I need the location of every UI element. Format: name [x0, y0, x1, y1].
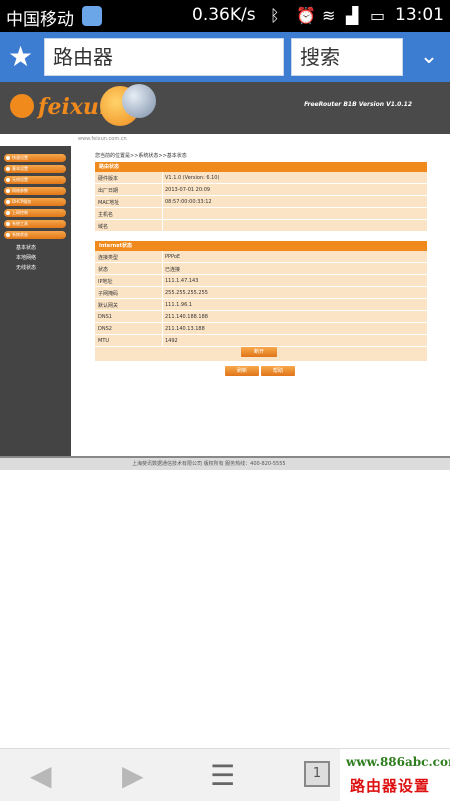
- table-row: MTU 1492: [95, 335, 427, 347]
- nav-dot-icon: [6, 211, 10, 215]
- router-status-panel: 路由状态 硬件版本 V1.1.0 (Version: 6.10) 出厂日期 2013…: [95, 162, 427, 232]
- address-bar[interactable]: 路由器: [44, 38, 284, 76]
- forward-arrow-icon[interactable]: ▶: [122, 759, 144, 792]
- browser-bottom-bar: ◀ ▶ ☰ 1 www.886abc.com 路由器设置: [0, 748, 450, 801]
- status-bar: 中国移动 0.36K/s ᛒ ⏰ ≋ ▟ ▭ 13:01: [0, 0, 450, 32]
- copyright-text: 上海斐讯数据通信技术有限公司 版权所有 服务热线：400-820-5555: [132, 461, 286, 467]
- nav-dot-icon: [6, 178, 10, 182]
- sub-nav-basic-status[interactable]: 基本状态: [16, 244, 36, 251]
- table-row: DNS2 211.140.13.188: [95, 323, 427, 335]
- nav-quick-setup[interactable]: 快速设置: [4, 154, 66, 162]
- table-row: 出厂日期 2013-07-01 20:09: [95, 184, 427, 196]
- table-row: 默认网关 111.1.96.1: [95, 299, 427, 311]
- nav-wireless[interactable]: 无线设置: [4, 176, 66, 184]
- nav-dot-icon: [6, 200, 10, 204]
- watermark: www.886abc.com 路由器设置: [340, 749, 450, 801]
- nav-dot-icon: [6, 222, 10, 226]
- router-header: feixun FreeRouter B1B Version V1.0.12: [0, 82, 450, 134]
- table-row: DNS1 211.140.188.188: [95, 311, 427, 323]
- router-content: 您当前的位置是>>系统状态>>基本状态 路由状态 硬件版本 V1.1.0 (Ver…: [71, 146, 450, 456]
- header-subbar: www.feixun.com.cn: [0, 134, 450, 146]
- sub-nav-local-network[interactable]: 本地网络: [16, 254, 36, 261]
- internet-status-panel: Internet状态 连接类型 PPPoE 状态 已连接 IP地址 111.1.47.…: [95, 241, 427, 361]
- table-row: 状态 已连接: [95, 263, 427, 275]
- battery-icon: ▭: [370, 6, 386, 25]
- disconnect-button[interactable]: 断开: [241, 347, 277, 357]
- help-button[interactable]: 帮助: [261, 366, 295, 376]
- signal-icon: ▟: [346, 6, 359, 25]
- table-row: MAC地址 08:57:00:00:33:12: [95, 196, 427, 208]
- carrier-label: 中国移动: [6, 10, 74, 30]
- table-row: 域名: [95, 220, 427, 232]
- brand-url: www.feixun.com.cn: [78, 136, 127, 142]
- feixun-logo-icon: [10, 94, 34, 118]
- nav-access-control[interactable]: 上网控制: [4, 209, 66, 217]
- breadcrumb: 您当前的位置是>>系统状态>>基本状态: [95, 153, 187, 159]
- network-speed: 0.36K/s: [192, 5, 256, 25]
- menu-icon[interactable]: ☰: [210, 759, 235, 792]
- panel-title: 路由状态: [95, 162, 427, 172]
- back-arrow-icon[interactable]: ◀: [30, 759, 52, 792]
- nav-system-status[interactable]: 系统状态: [4, 231, 66, 239]
- chevron-down-icon[interactable]: ⌄: [416, 44, 442, 70]
- firmware-version: FreeRouter B1B Version V1.0.12: [304, 101, 412, 108]
- sub-nav-wireless-status[interactable]: 无线状态: [16, 264, 36, 271]
- watermark-site: www.886abc.com: [346, 755, 450, 769]
- tabs-button[interactable]: 1: [304, 761, 330, 787]
- wifi-icon: ≋: [322, 6, 336, 25]
- browser-toolbar: ★ 路由器 搜索 ⌄: [0, 32, 450, 82]
- bookmark-star-icon[interactable]: ★: [8, 42, 33, 72]
- refresh-button[interactable]: 刷新: [225, 366, 259, 376]
- nav-network[interactable]: 网络参数: [4, 187, 66, 195]
- search-button[interactable]: 搜索: [291, 38, 403, 76]
- bluetooth-icon: ᛒ: [270, 6, 280, 25]
- alarm-icon: ⏰: [296, 6, 316, 25]
- globe-image: [122, 84, 156, 118]
- table-row: 子网掩码 255.255.255.255: [95, 287, 427, 299]
- nav-dot-icon: [6, 167, 10, 171]
- table-row: 硬件版本 V1.1.0 (Version: 6.10): [95, 172, 427, 184]
- nav-dhcp[interactable]: DHCP服务: [4, 198, 66, 206]
- panel-title: Internet状态: [95, 241, 427, 251]
- table-row: 连接类型 PPPoE: [95, 251, 427, 263]
- router-sidebar: 快速设置 基本设置 无线设置 网络参数 DHCP服务 上网控制 系统工具 系统状…: [0, 146, 71, 456]
- clock: 13:01: [395, 5, 444, 25]
- router-admin-page: feixun FreeRouter B1B Version V1.0.12 ww…: [0, 82, 450, 470]
- nav-dot-icon: [6, 189, 10, 193]
- qq-icon: [82, 6, 102, 26]
- table-row: IP地址 111.1.47.143: [95, 275, 427, 287]
- nav-basic-setup[interactable]: 基本设置: [4, 165, 66, 173]
- nav-dot-icon: [6, 233, 10, 237]
- nav-dot-icon: [6, 156, 10, 160]
- table-row: 主机名: [95, 208, 427, 220]
- router-footer: 上海斐讯数据通信技术有限公司 版权所有 服务热线：400-820-5555: [0, 456, 450, 470]
- nav-system-tools[interactable]: 系统工具: [4, 220, 66, 228]
- watermark-text: 路由器设置: [350, 777, 431, 795]
